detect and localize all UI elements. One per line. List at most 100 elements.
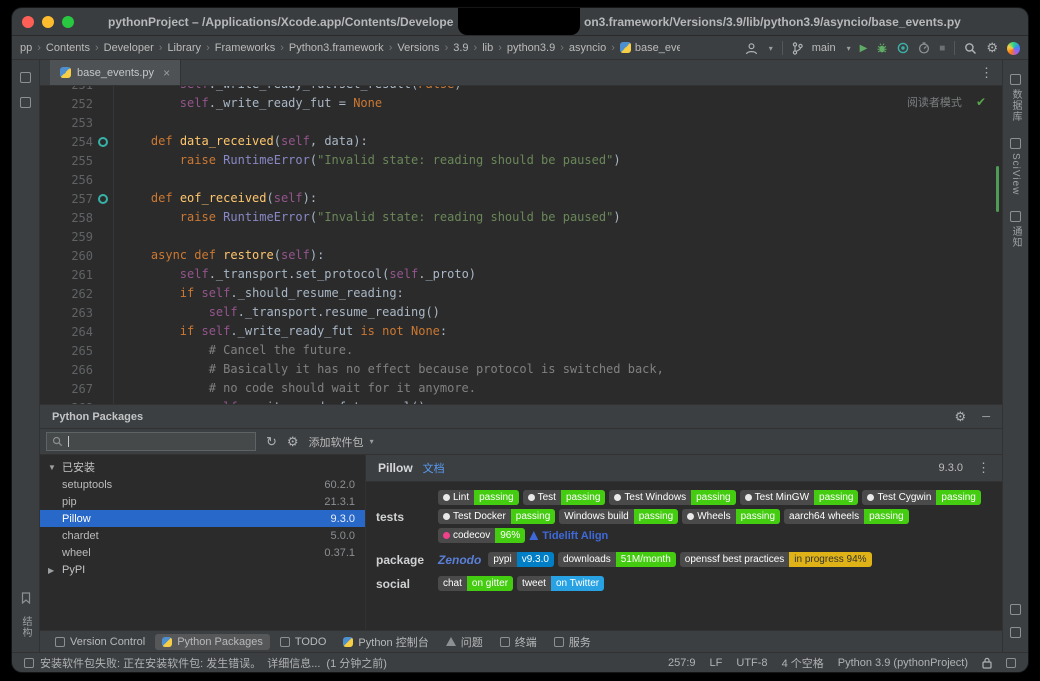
tab-base-events[interactable]: base_events.py × <box>50 60 181 85</box>
breadcrumb-item[interactable]: Library <box>167 42 201 54</box>
code-line[interactable]: raise RuntimeError("Invalid state: readi… <box>122 208 1002 227</box>
shield-badge[interactable]: openssf best practicesin progress 94% <box>680 552 872 567</box>
editor-options-icon[interactable]: ⋮ <box>980 65 993 81</box>
minimize-button[interactable] <box>42 16 54 28</box>
status-indent-style[interactable]: 4 个空格 <box>782 655 824 671</box>
breadcrumb-item[interactable]: python3.9 <box>507 42 555 54</box>
code-line[interactable] <box>122 227 1002 246</box>
coverage-icon[interactable] <box>897 42 909 54</box>
shield-badge[interactable]: Lintpassing <box>438 490 519 505</box>
right-stripe-item[interactable]: 通知 <box>1008 211 1023 248</box>
layout-tool-icon[interactable] <box>1010 604 1021 615</box>
zenodo-badge[interactable]: Zenodo <box>438 553 481 567</box>
right-stripe-item[interactable]: 数据库 <box>1008 74 1023 122</box>
code-line[interactable]: def eof_received(self): <box>122 189 1002 208</box>
breadcrumb-item[interactable]: Contents <box>46 42 90 54</box>
shield-badge[interactable]: Wheelspassing <box>682 509 780 524</box>
run-button[interactable]: ▶ <box>860 43 868 54</box>
branch-dropdown-icon[interactable]: ▾ <box>847 44 851 53</box>
package-options-icon[interactable]: ⋮ <box>977 460 990 476</box>
code-line[interactable]: self._write_ready_fut = None <box>122 94 1002 113</box>
shield-badge[interactable]: Test Dockerpassing <box>438 509 555 524</box>
tool-window-button--[interactable]: 问题 <box>439 632 490 652</box>
code-line[interactable]: self._write_ready_fut.set_result(False) <box>122 86 1002 94</box>
close-button[interactable] <box>22 16 34 28</box>
breadcrumb-item[interactable]: lib <box>482 42 493 54</box>
tool-window-button--[interactable]: 终端 <box>493 632 544 652</box>
code-line[interactable]: # Cancel the future. <box>122 341 1002 360</box>
shield-badge[interactable]: tweeton Twitter <box>517 576 604 591</box>
breadcrumb-item[interactable]: asyncio <box>569 42 606 54</box>
reader-mode-label[interactable]: 阅读者模式 <box>907 94 962 110</box>
code-line[interactable]: # Basically it has no effect because pro… <box>122 360 1002 379</box>
tool-window-switcher-icon[interactable] <box>24 658 34 668</box>
problems-tool-icon[interactable] <box>1010 627 1021 638</box>
shield-badge[interactable]: Windows buildpassing <box>559 509 678 524</box>
shield-badge[interactable]: pypiv9.3.0 <box>488 552 554 567</box>
package-docs-link[interactable]: 文档 <box>423 460 445 476</box>
breadcrumb-item[interactable]: 3.9 <box>453 42 468 54</box>
fullscreen-button[interactable] <box>62 16 74 28</box>
project-tool-icon[interactable] <box>20 72 31 83</box>
status-details-link[interactable]: 详细信息... <box>267 655 320 671</box>
code-line[interactable] <box>122 113 1002 132</box>
shield-badge[interactable]: chaton gitter <box>438 576 513 591</box>
panel-settings-gear-icon[interactable]: ⚙ <box>955 409 967 425</box>
editor-code-area[interactable]: self._write_ready_fut.set_result(False) … <box>114 86 1002 404</box>
code-line[interactable]: def data_received(self, data): <box>122 132 1002 151</box>
shield-badge[interactable]: downloads51M/month <box>558 552 676 567</box>
scrollbar-marker[interactable] <box>996 166 999 212</box>
package-list-item[interactable]: setuptools60.2.0 <box>40 476 365 493</box>
settings-gear-icon[interactable]: ⚙ <box>986 40 998 56</box>
breadcrumb-item[interactable]: pp <box>20 42 32 54</box>
close-tab-icon[interactable]: × <box>163 66 170 80</box>
code-line[interactable]: if self._write_ready_fut is not None: <box>122 322 1002 341</box>
package-search-input[interactable] <box>46 432 256 451</box>
shield-badge[interactable]: codecov96% <box>438 528 525 543</box>
status-python-interpreter[interactable]: Python 3.9 (pythonProject) <box>838 657 968 669</box>
bookmark-icon[interactable] <box>21 592 31 604</box>
package-list-item[interactable]: Pillow9.3.0 <box>40 510 365 527</box>
status-line-separator[interactable]: LF <box>710 657 723 669</box>
installed-group-header[interactable]: ▼已安装 <box>40 458 365 476</box>
status-extra-icon[interactable] <box>1006 658 1016 668</box>
override-gutter-icon[interactable] <box>93 194 113 204</box>
code-line[interactable]: self._transport.resume_reading() <box>122 303 1002 322</box>
tool-window-button--[interactable]: 服务 <box>547 632 598 652</box>
code-line[interactable]: if self._should_resume_reading: <box>122 284 1002 303</box>
user-avatar-icon[interactable] <box>745 42 758 55</box>
shield-badge[interactable]: Testpassing <box>523 490 606 505</box>
package-version[interactable]: 9.3.0 <box>939 462 963 474</box>
shield-badge[interactable]: Test MinGWpassing <box>740 490 859 505</box>
package-list-item[interactable]: wheel0.37.1 <box>40 544 365 561</box>
profiler-icon[interactable] <box>918 42 930 54</box>
branch-name[interactable]: main <box>812 42 836 54</box>
shield-badge[interactable]: Test Cygwinpassing <box>862 490 980 505</box>
breadcrumb-item[interactable]: Versions <box>397 42 439 54</box>
panel-minimize-icon[interactable]: ─ <box>982 411 990 423</box>
code-with-me-icon[interactable] <box>1007 42 1020 55</box>
packages-settings-gear-icon[interactable]: ⚙ <box>287 434 299 450</box>
tool-window-button-python-packages[interactable]: Python Packages <box>155 634 270 650</box>
tool-window-button-version-control[interactable]: Version Control <box>48 634 152 650</box>
avatar-dropdown-icon[interactable]: ▾ <box>769 44 773 53</box>
commit-tool-icon[interactable] <box>20 97 31 108</box>
debug-icon[interactable] <box>876 42 888 54</box>
tidelift-align-badge[interactable]: Tidelift Align <box>529 530 608 542</box>
code-editor[interactable]: 2512522532542552562572582592602612622632… <box>40 86 1002 404</box>
reload-packages-icon[interactable]: ↻ <box>266 434 277 450</box>
breadcrumb-item[interactable]: Python3.framework <box>289 42 384 54</box>
stop-button[interactable]: ■ <box>939 43 945 54</box>
tool-window-button-python-[interactable]: Python 控制台 <box>336 632 435 652</box>
package-list-item[interactable]: pip21.3.1 <box>40 493 365 510</box>
code-line[interactable]: async def restore(self): <box>122 246 1002 265</box>
code-line[interactable]: self._transport.set_protocol(self._proto… <box>122 265 1002 284</box>
structure-tool-label[interactable]: 结构 <box>18 616 33 638</box>
status-file-encoding[interactable]: UTF-8 <box>736 657 767 669</box>
right-stripe-item[interactable]: SciView <box>1010 138 1021 195</box>
breadcrumb-item[interactable]: Developer <box>104 42 154 54</box>
status-caret-position[interactable]: 257:9 <box>668 657 696 669</box>
search-everywhere-icon[interactable] <box>964 42 977 55</box>
shield-badge[interactable]: aarch64 wheelspassing <box>784 509 909 524</box>
breadcrumb-item[interactable]: base_events.py <box>620 42 680 54</box>
